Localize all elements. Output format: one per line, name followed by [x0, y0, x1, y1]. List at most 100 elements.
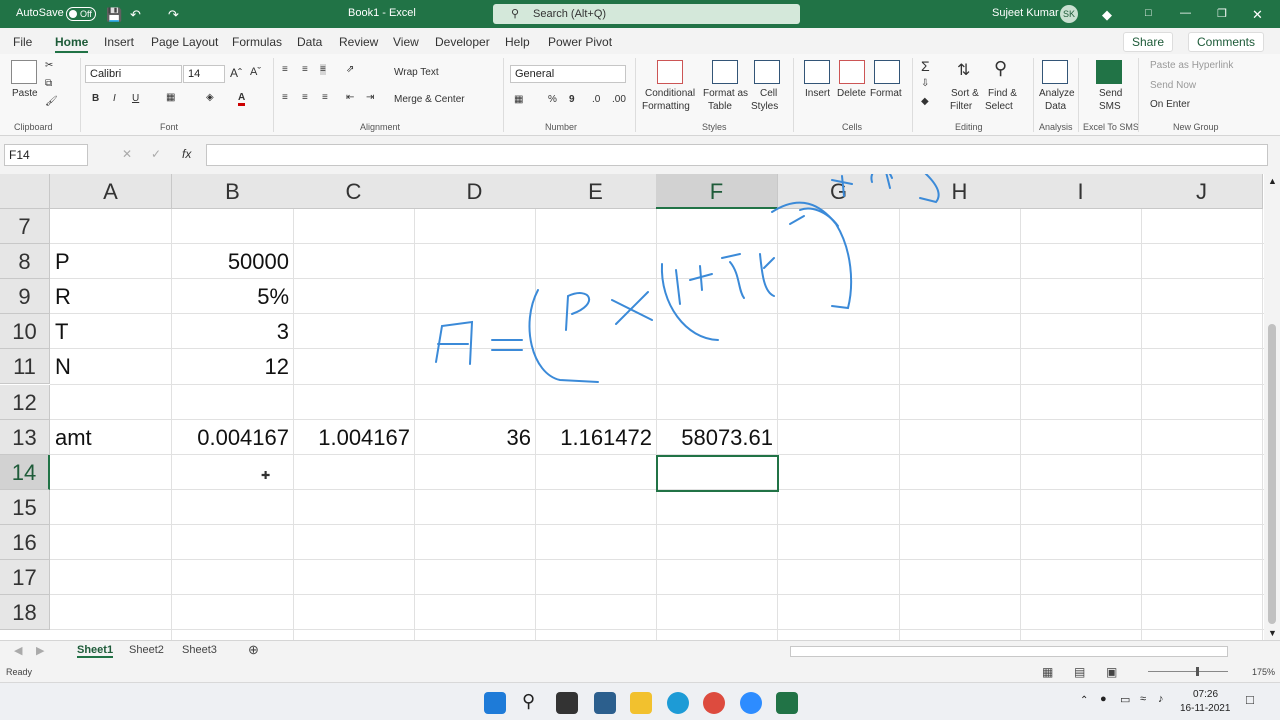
on-enter-button[interactable]: On Enter — [1150, 99, 1190, 110]
page-break-view-icon[interactable]: ▣ — [1106, 665, 1117, 679]
column-header-d[interactable]: D — [414, 174, 536, 209]
copy-icon[interactable]: ⧉ — [45, 78, 52, 89]
worksheet-grid[interactable]: ABCDEFGHIJ 7 8 9 10 11 12 13 14 15 16 17 18 P 50000 R… — [0, 174, 1264, 640]
vertical-scrollbar[interactable]: ▲ ▼ — [1264, 174, 1280, 640]
file-explorer-icon[interactable] — [630, 692, 652, 714]
horizontal-scrollbar[interactable] — [790, 646, 1228, 657]
minimize-icon[interactable]: — — [1180, 7, 1191, 19]
cell-styles-label[interactable]: Cell — [760, 88, 777, 99]
send-sms-label-2[interactable]: SMS — [1099, 101, 1121, 112]
tray-chevron-icon[interactable]: ⌃ — [1080, 695, 1088, 706]
sheet-tab-2[interactable]: Sheet2 — [129, 644, 164, 656]
format-painter-icon[interactable]: 🖌 — [45, 96, 58, 107]
format-as-table-label-2[interactable]: Table — [708, 101, 732, 112]
share-button[interactable]: Share — [1123, 32, 1174, 52]
decrease-decimal-icon[interactable]: .00 — [612, 94, 626, 105]
tab-formulas[interactable]: Formulas — [232, 35, 282, 49]
align-middle-icon[interactable]: ≡ — [302, 64, 308, 75]
battery-icon[interactable]: ▭ — [1120, 693, 1130, 706]
clock-date[interactable]: 16-11-2021 — [1180, 703, 1230, 714]
row-header-13[interactable]: 13 — [0, 419, 50, 455]
format-as-table-label[interactable]: Format as — [703, 88, 748, 99]
increase-decimal-icon[interactable]: .0 — [592, 94, 600, 105]
zoom-slider[interactable] — [1148, 671, 1228, 672]
widgets-icon[interactable] — [594, 692, 616, 714]
column-header-a[interactable]: A — [50, 174, 172, 209]
sort-filter-label-2[interactable]: Filter — [950, 101, 972, 112]
font-size-select[interactable]: 14 — [183, 65, 225, 83]
conditional-formatting-label-2[interactable]: Formatting — [642, 101, 690, 112]
autosum-icon[interactable]: Σ — [921, 58, 930, 74]
undo-icon[interactable]: ↶ — [130, 7, 141, 23]
conditional-formatting-label[interactable]: Conditional — [645, 88, 695, 99]
row-header-8[interactable]: 8 — [0, 244, 50, 280]
cell-b9[interactable]: 5% — [172, 279, 289, 314]
notification-icon[interactable]: □ — [1246, 692, 1254, 707]
row-header-12[interactable]: 12 — [0, 384, 50, 420]
insert-function-icon[interactable]: fx — [182, 147, 191, 161]
column-header-f[interactable]: F — [656, 174, 778, 209]
shrink-font-icon[interactable]: Aˇ — [250, 66, 261, 78]
zoom-level[interactable]: 175% — [1252, 667, 1275, 677]
fill-icon[interactable]: ⇩ — [921, 78, 929, 89]
sort-filter-label[interactable]: Sort & — [951, 88, 979, 99]
cell-c13[interactable]: 1.004167 — [293, 420, 410, 455]
excel-sms-icon[interactable] — [1096, 60, 1122, 84]
format-cells-icon[interactable] — [874, 60, 900, 84]
next-sheet-icon[interactable]: ▶ — [36, 644, 44, 657]
send-now-button[interactable]: Send Now — [1150, 80, 1196, 91]
cell-b8[interactable]: 50000 — [172, 244, 289, 279]
paste-button[interactable]: Paste — [12, 88, 38, 99]
volume-icon[interactable]: ♪ — [1158, 693, 1164, 705]
column-header-i[interactable]: I — [1020, 174, 1142, 209]
row-header-15[interactable]: 15 — [0, 489, 50, 525]
row-header-14[interactable]: 14 — [0, 454, 50, 490]
number-format-select[interactable]: General — [510, 65, 626, 83]
find-select-label-2[interactable]: Select — [985, 101, 1013, 112]
format-cells-button[interactable]: Format — [870, 88, 902, 99]
align-bottom-icon[interactable]: ≡ — [320, 64, 326, 75]
delete-cells-icon[interactable] — [839, 60, 865, 84]
tab-data[interactable]: Data — [297, 35, 322, 49]
tab-page-layout[interactable]: Page Layout — [151, 35, 218, 49]
cell-b13[interactable]: 0.004167 — [172, 420, 289, 455]
clock-time[interactable]: 07:26 — [1193, 689, 1218, 700]
cell-styles-icon[interactable] — [754, 60, 780, 84]
scrollbar-thumb[interactable] — [1268, 324, 1276, 624]
insert-cells-icon[interactable] — [804, 60, 830, 84]
column-header-h[interactable]: H — [899, 174, 1021, 209]
font-name-select[interactable]: Calibri — [85, 65, 182, 83]
microphone-icon[interactable]: ● — [1100, 693, 1107, 705]
enter-icon[interactable]: ✓ — [151, 147, 161, 161]
column-header-e[interactable]: E — [535, 174, 657, 209]
tab-help[interactable]: Help — [505, 35, 530, 49]
close-icon[interactable]: ✕ — [1252, 7, 1263, 23]
scroll-up-icon[interactable]: ▲ — [1268, 176, 1277, 186]
align-center-icon[interactable]: ≡ — [302, 92, 308, 103]
cell-a10[interactable]: T — [55, 314, 68, 349]
tab-home[interactable]: Home — [55, 35, 89, 53]
zoom-icon[interactable] — [740, 692, 762, 714]
cell-b11[interactable]: 12 — [172, 349, 289, 384]
analyze-data-label[interactable]: Analyze — [1039, 88, 1075, 99]
tab-insert[interactable]: Insert — [104, 35, 134, 49]
column-header-j[interactable]: J — [1141, 174, 1263, 209]
sheet-tab-1[interactable]: Sheet1 — [77, 644, 114, 658]
merge-center-button[interactable]: Merge & Center — [394, 94, 465, 105]
cell-a11[interactable]: N — [55, 349, 71, 384]
windows-start-icon[interactable] — [484, 692, 506, 714]
align-left-icon[interactable]: ≡ — [282, 92, 288, 103]
wrap-text-button[interactable]: Wrap Text — [394, 67, 439, 78]
cell-b10[interactable]: 3 — [172, 314, 289, 349]
fill-color-icon[interactable]: ◈ — [206, 92, 214, 103]
taskview-icon[interactable] — [556, 692, 578, 714]
cell-f13[interactable]: 58073.61 — [656, 420, 773, 455]
column-header-c[interactable]: C — [293, 174, 415, 209]
decrease-indent-icon[interactable]: ⇤ — [346, 92, 354, 103]
column-header-g[interactable]: G — [778, 174, 900, 209]
maximize-icon[interactable]: ❐ — [1217, 7, 1227, 20]
currency-icon[interactable]: ▦ — [514, 94, 523, 105]
bold-button[interactable]: B — [92, 93, 99, 104]
cell-a9[interactable]: R — [55, 279, 71, 314]
format-as-table-icon[interactable] — [712, 60, 738, 84]
